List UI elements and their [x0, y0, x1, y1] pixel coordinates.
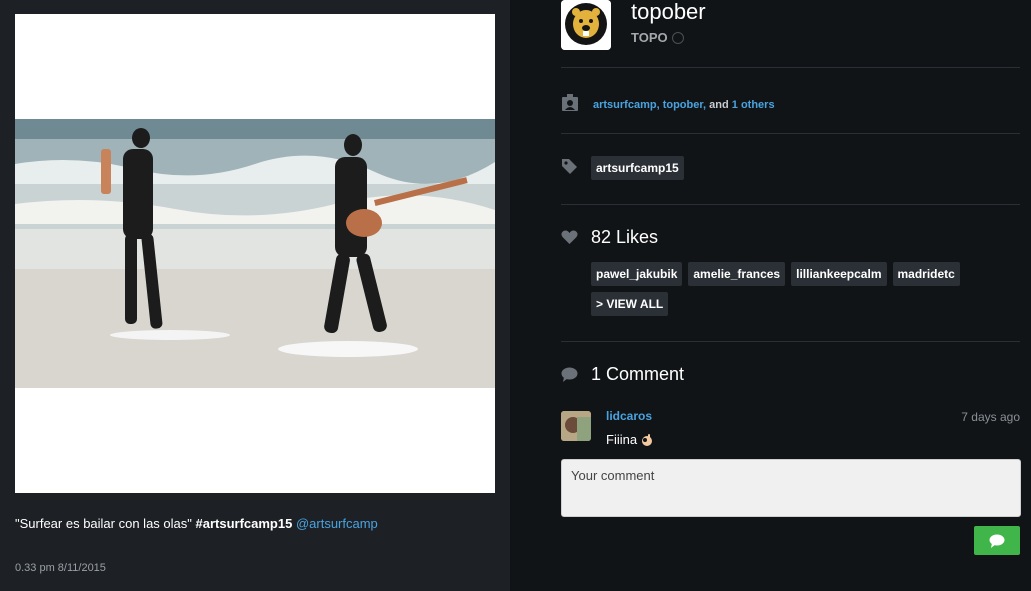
- likers-list: pawel_jakubik amelie_frances lilliankeep…: [591, 262, 960, 286]
- post-caption: "Surfear es bailar con las olas" #artsur…: [15, 516, 378, 531]
- post-timestamp: 0.33 pm 8/11/2015: [15, 562, 106, 574]
- commenter-photo: [561, 411, 591, 441]
- comment-text-content: Fiiina: [606, 432, 638, 447]
- speech-bubble-icon: [989, 534, 1005, 548]
- divider: [561, 341, 1020, 342]
- caption-mention-link[interactable]: @artsurfcamp: [296, 516, 378, 531]
- liker-chip[interactable]: madridetc: [892, 262, 960, 286]
- comment-text: Fiiina: [606, 432, 654, 447]
- profile-fullname: TOPO: [631, 30, 684, 45]
- tagged-user-link[interactable]: topober,: [663, 99, 706, 111]
- tagged-user-link[interactable]: artsurfcamp,: [593, 99, 660, 111]
- post-media-panel: "Surfear es bailar con las olas" #artsur…: [0, 0, 510, 591]
- caption-quote: "Surfear es bailar con las olas": [15, 516, 192, 531]
- follow-status-icon: [671, 31, 684, 44]
- tag-icon: [562, 159, 577, 174]
- hashtag-chip[interactable]: artsurfcamp15: [591, 156, 684, 180]
- comment-input[interactable]: [561, 459, 1021, 517]
- post-details-panel: topober TOPO artsurfcamp, topober, and 1…: [510, 0, 1031, 591]
- commenter-username[interactable]: lidcaros: [606, 409, 652, 423]
- send-comment-button[interactable]: [974, 526, 1020, 555]
- post-photo[interactable]: [15, 14, 495, 493]
- divider: [561, 204, 1020, 205]
- tagged-and-text: and: [709, 99, 729, 111]
- comment-time: 7 days ago: [961, 410, 1020, 424]
- view-all-likes-button[interactable]: > VIEW ALL: [591, 292, 669, 316]
- profile-username[interactable]: topober: [631, 0, 706, 25]
- divider: [561, 67, 1020, 68]
- divider: [561, 133, 1020, 134]
- likes-count: 82 Likes: [591, 227, 659, 247]
- comment-bubble-icon: [561, 367, 578, 382]
- liker-chip[interactable]: pawel_jakubik: [591, 262, 683, 286]
- liker-chip[interactable]: amelie_frances: [688, 262, 786, 286]
- tagged-users: artsurfcamp, topober, and 1 others: [593, 99, 775, 111]
- profile-avatar[interactable]: [561, 0, 611, 50]
- tagged-people-icon: [562, 94, 578, 111]
- tagged-others-link[interactable]: 1 others: [732, 99, 775, 111]
- liker-chip[interactable]: lilliankeepcalm: [791, 262, 887, 286]
- caption-hashtag-link[interactable]: #artsurfcamp15: [196, 516, 293, 531]
- commenter-avatar[interactable]: [561, 411, 591, 441]
- comments-count: 1 Comment: [591, 364, 685, 384]
- heart-icon[interactable]: [561, 230, 578, 245]
- profile-fullname-text: TOPO: [631, 30, 668, 45]
- surf-photo-image: [15, 14, 495, 493]
- ok-hand-emoji-icon: [642, 433, 653, 446]
- cartoon-beaver-icon: [561, 0, 611, 50]
